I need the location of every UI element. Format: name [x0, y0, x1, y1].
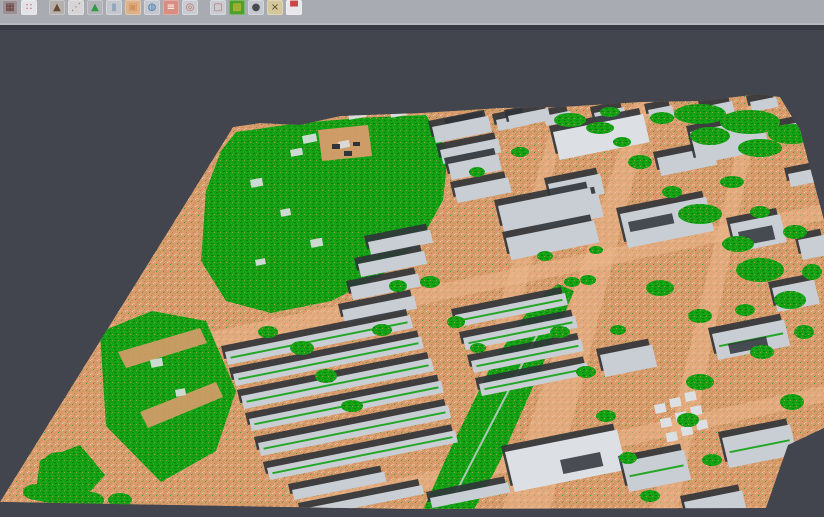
profile-column-icon[interactable]: ▮ — [106, 0, 122, 15]
toolbar: ▦∷▲⋰▲▮▣◍≡◎▢▩●×▀ — [0, 0, 824, 23]
dem-tile-icon[interactable]: ▣ — [125, 0, 141, 15]
terrain-layers — [0, 30, 824, 517]
toolbar-separator — [201, 0, 207, 15]
flag-red-icon[interactable]: ▀ — [286, 0, 302, 15]
dark-sphere-icon[interactable]: ● — [248, 0, 264, 15]
terrain-scene — [0, 30, 824, 517]
rect-select-icon[interactable]: ▢ — [210, 0, 226, 15]
terrain-mound-icon[interactable]: ▲ — [49, 0, 65, 15]
circle-select-icon[interactable]: ◎ — [182, 0, 198, 15]
application-window: ▦∷▲⋰▲▮▣◍≡◎▢▩●×▀ — [0, 0, 824, 517]
classify-points-icon[interactable]: ∷ — [21, 0, 37, 15]
toolbar-separator — [40, 0, 46, 15]
colormap-icon[interactable]: ▩ — [229, 0, 245, 15]
globe-icon[interactable]: ◍ — [144, 0, 160, 15]
measure-x-icon[interactable]: × — [267, 0, 283, 15]
viewport-3d[interactable] — [0, 30, 824, 517]
mesh-maroon-icon[interactable]: ▦ — [2, 0, 18, 15]
vegetation-terrain-icon[interactable]: ▲ — [87, 0, 103, 15]
sparse-points-icon[interactable]: ⋰ — [68, 0, 84, 15]
terrain-mesh[interactable] — [0, 30, 824, 517]
layer-stack-icon[interactable]: ≡ — [163, 0, 179, 15]
